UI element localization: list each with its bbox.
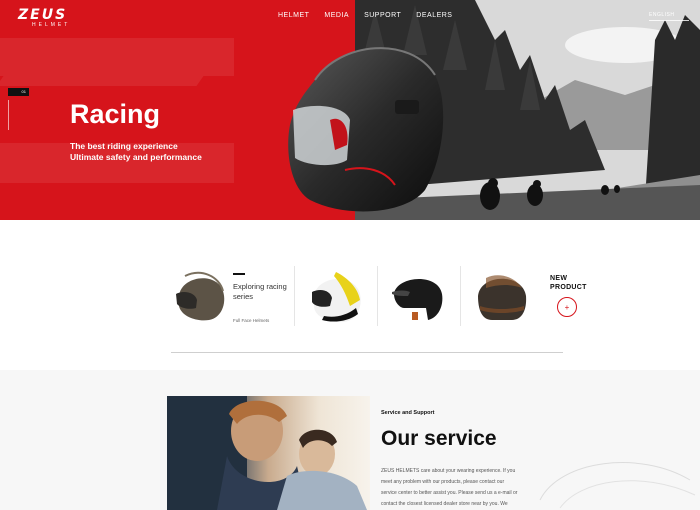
logo-text: ZEUS [18, 7, 68, 23]
main-nav: HELMET MEDIA SUPPORT DEALERS [278, 12, 467, 19]
product-divider [460, 266, 461, 326]
language-selector[interactable]: ENGLISH [649, 12, 674, 18]
service-label: Service and Support [381, 410, 435, 416]
hero-subtitle-line-1: The best riding experience [70, 141, 178, 151]
new-product-add-button[interactable]: + [557, 297, 577, 317]
explore-category[interactable]: Full Face Helmets [233, 318, 269, 323]
plus-icon: + [564, 302, 570, 312]
nav-item-dealers[interactable]: DEALERS [416, 12, 452, 19]
helmet-sketch-decor [539, 462, 696, 509]
open-face-helmet-black-icon[interactable] [388, 266, 448, 326]
service-photo-technicians [167, 396, 370, 510]
language-underline [649, 20, 689, 21]
page: ZEUS HELMET HELMET MEDIA SUPPORT DEALERS… [0, 0, 700, 510]
hero-title: Racing [70, 99, 161, 129]
service-body-line: meet any problem with our products, plea… [381, 479, 505, 485]
slide-indicator[interactable]: 01 [8, 88, 29, 96]
product-divider [377, 266, 378, 326]
hero-subtitle-line-2: Ultimate safety and performance [70, 152, 202, 162]
racing-helmet-yellow-icon[interactable] [306, 266, 366, 326]
full-face-helmet-bronze-icon[interactable] [171, 266, 231, 326]
product-strip: Exploring racing series Full Face Helmet… [0, 220, 700, 370]
explore-accent-bar [233, 273, 245, 275]
nav-item-media[interactable]: MEDIA [324, 12, 349, 19]
service-body-line: service center to better assist you. Ple… [381, 490, 518, 496]
service-section: Service and Support Our service ZEUS HEL… [0, 370, 700, 510]
product-divider [294, 266, 295, 326]
zeus-logo[interactable]: ZEUS HELMET [18, 7, 70, 28]
service-title: Our service [381, 427, 497, 450]
hero-helmet-image [288, 47, 444, 212]
new-product-label[interactable]: NEW PRODUCT [550, 274, 590, 292]
service-body-line: ZEUS HELMETS care about your wearing exp… [381, 468, 516, 474]
decor-band [0, 76, 204, 86]
service-body-line: contact the closest licensed dealer stor… [381, 501, 508, 507]
slide-progress-line [8, 100, 9, 130]
nav-item-support[interactable]: SUPPORT [364, 12, 401, 19]
section-divider [171, 352, 563, 353]
jet-helmet-rust-icon[interactable] [472, 266, 532, 326]
hero-banner: ZEUS HELMET HELMET MEDIA SUPPORT DEALERS… [0, 0, 700, 220]
decor-band [0, 38, 234, 76]
explore-title[interactable]: Exploring racing series [233, 282, 298, 302]
technicians-photo [167, 396, 367, 510]
nav-item-helmet[interactable]: HELMET [278, 12, 309, 19]
